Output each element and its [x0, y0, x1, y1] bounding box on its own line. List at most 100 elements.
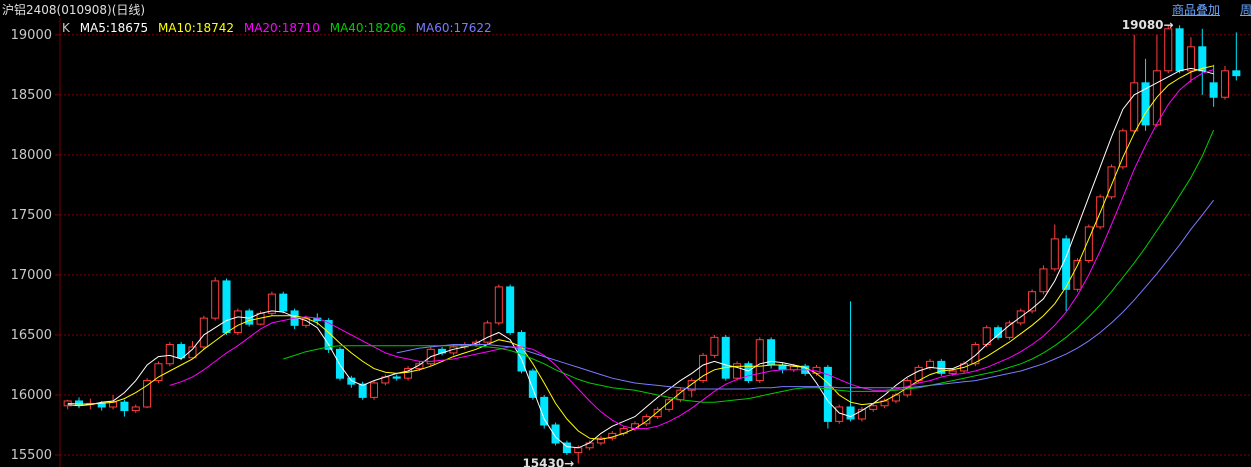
candle-body	[370, 382, 379, 398]
candle-body	[925, 360, 934, 368]
candle-body	[1118, 130, 1127, 168]
candle-body	[222, 280, 231, 334]
candle-body	[574, 447, 583, 454]
candle-body	[494, 286, 503, 324]
candle-body	[1039, 268, 1048, 293]
annotations: 19080→ 15430→	[522, 18, 1173, 467]
candle-body	[120, 401, 129, 412]
candle	[1073, 258, 1082, 292]
candle-body	[154, 363, 163, 382]
y-tick-label: 17000	[11, 268, 52, 283]
legend-k: K	[62, 21, 70, 35]
candle-body	[483, 322, 492, 343]
candle	[982, 325, 991, 347]
candle-body	[710, 336, 719, 356]
candle	[154, 361, 163, 383]
candle	[585, 440, 594, 451]
candle	[767, 337, 776, 369]
candle-body	[358, 383, 367, 398]
candle-body	[143, 380, 152, 408]
candle-body	[1130, 82, 1139, 132]
overlay-commodity-link[interactable]: 商品叠加	[1172, 1, 1220, 18]
candle	[642, 414, 651, 427]
candle-body	[1107, 166, 1116, 198]
kline-chart[interactable]: 15500 16000 16500 17000 17500 18000 18500 19000…	[0, 0, 1251, 467]
candle-body	[392, 376, 401, 379]
candle-body	[506, 286, 515, 334]
candle	[846, 301, 855, 422]
candle	[699, 352, 708, 383]
candle	[1164, 25, 1173, 74]
y-tick-label: 19000	[11, 28, 52, 43]
candle-body	[653, 408, 662, 418]
candle	[222, 278, 231, 335]
candle-body	[1186, 46, 1195, 72]
legend-ma60: MA60:17622	[415, 21, 492, 35]
ma-legend: K MA5:18675 MA10:18742 MA20:18710 MA40:1…	[62, 21, 498, 35]
candle	[335, 346, 344, 381]
candle	[891, 392, 900, 404]
candle	[1198, 28, 1207, 95]
y-axis: 15500 16000 16500 17000 17500 18000 18500 19000	[11, 18, 61, 467]
candle-body	[699, 354, 708, 382]
candle	[165, 342, 174, 367]
candle-body	[869, 405, 878, 410]
y-tick-label: 15500	[11, 448, 52, 463]
candle-body	[1175, 28, 1184, 72]
candle-body	[1050, 238, 1059, 270]
candle	[755, 337, 764, 383]
candlesticks	[63, 25, 1241, 464]
legend-ma5: MA5:18675	[79, 21, 149, 35]
candle-body	[914, 366, 923, 382]
candle-body	[846, 406, 855, 420]
period-link[interactable]: 周	[1240, 1, 1251, 18]
candle	[143, 378, 152, 409]
candle	[1175, 25, 1184, 74]
candle	[562, 440, 571, 455]
candle	[1141, 58, 1150, 131]
header-bar: 沪铝2408(010908)(日线) 商品叠加 周	[0, 0, 1251, 18]
candle-body	[199, 317, 208, 348]
moving-averages	[67, 65, 1215, 449]
candle	[551, 422, 560, 446]
candle	[75, 397, 84, 409]
candle-body	[721, 336, 730, 379]
candle	[596, 435, 605, 446]
candle-body	[131, 406, 140, 412]
candle	[1039, 265, 1048, 295]
candle-body	[1209, 82, 1218, 98]
y-tick-label: 16500	[11, 328, 52, 343]
candle	[1186, 37, 1195, 83]
candle	[744, 361, 753, 383]
candle	[1130, 34, 1139, 134]
low-price-label: 15430→	[522, 456, 574, 467]
candle-body	[233, 310, 242, 334]
candle	[1209, 64, 1218, 107]
candle-body	[335, 348, 344, 379]
candle	[1107, 164, 1116, 200]
candle	[1220, 66, 1229, 100]
legend-ma20: MA20:18710	[243, 21, 320, 35]
candle	[1050, 224, 1059, 272]
candle	[1232, 32, 1241, 81]
y-tick-label: 17500	[11, 208, 52, 223]
y-tick-label: 16000	[11, 388, 52, 403]
grid-lines	[60, 34, 1251, 456]
candle-body	[211, 280, 220, 319]
candle	[937, 358, 946, 376]
candle-body	[1232, 70, 1241, 77]
candle-body	[528, 370, 537, 398]
candle-body	[551, 424, 560, 444]
candle	[404, 366, 413, 381]
candle	[233, 308, 242, 335]
candle-body	[1164, 28, 1173, 72]
candle	[653, 406, 662, 419]
candle	[211, 277, 220, 321]
candle	[131, 404, 140, 413]
high-price-label: 19080→	[1122, 18, 1174, 32]
candle-body	[177, 344, 186, 359]
candle	[1062, 235, 1071, 311]
candle-body	[1198, 46, 1207, 72]
candle	[721, 334, 730, 381]
instrument-title: 沪铝2408(010908)(日线)	[2, 3, 146, 17]
